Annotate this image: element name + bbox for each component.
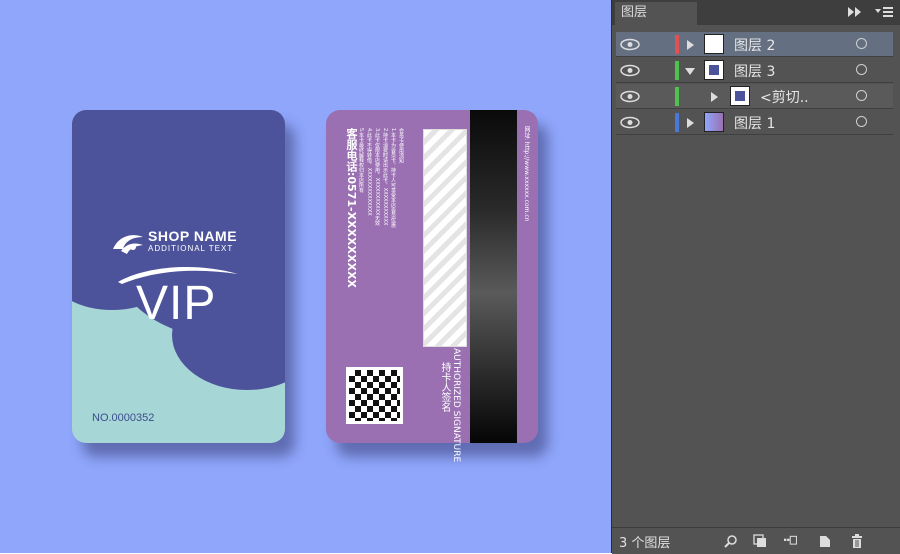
panel-tabbar: 图层 [612,0,900,25]
expand-arrow-icon[interactable] [687,40,694,50]
magnetic-stripe [470,110,517,443]
layers-panel: 图层 图层 2 图层 3 <剪切.. 图层 1 3 个图层 [611,0,900,554]
website-text: 网址: http://www.xxxxxx.com.cn [523,126,530,222]
qr-code [346,367,403,424]
layer-name[interactable]: 图层 1 [734,113,775,133]
shop-logo-icon [113,235,143,254]
instruction-line: 4.此卡不得转借，XXXXXXXXXXXXXX [366,128,372,216]
target-circle-icon[interactable] [856,64,867,75]
eye-icon[interactable] [619,116,641,129]
expand-arrow-icon[interactable] [711,92,718,102]
target-circle-icon[interactable] [856,90,867,101]
instruction-line: 3.此卡仅限本店使用，XXXXXXXXXXX无效 [374,128,380,226]
card-number: NO.0000352 [92,412,155,424]
make-clipping-mask-icon[interactable] [753,534,767,548]
layer-thumbnail [704,60,724,80]
eye-icon[interactable] [619,90,641,103]
fast-forward-icon[interactable] [848,7,862,17]
authorized-signature: AUTHORIZED SIGNATURE [451,348,461,463]
layer-color-bar [675,35,679,54]
search-icon[interactable] [724,534,738,548]
instruction-line: 5.本卡最终解释权归本店所有 [358,128,364,193]
instructions-block: 会员卡使用须知 1.本卡为会员卡，持卡人可享受本店会员优惠 2.持卡消费时请出示… [358,128,405,328]
layer-thumbnail [704,34,724,54]
layer-count: 3 个图层 [619,536,671,551]
expand-arrow-icon[interactable] [687,118,694,128]
layer-row-2[interactable]: 图层 2 [616,32,893,57]
signature-strip [423,129,467,347]
artboard-canvas[interactable]: SHOP NAME ADDITIONAL TEXT VIP NO.0000352… [0,0,611,553]
target-circle-icon[interactable] [856,116,867,127]
eye-icon[interactable] [619,38,641,51]
layer-color-bar [675,61,679,80]
target-circle-icon[interactable] [856,38,867,49]
service-phone: 客服电话:0571-XXXXXXXXX [345,128,358,288]
trash-icon[interactable] [850,534,864,548]
vip-text: VIP [136,277,217,330]
new-layer-icon[interactable] [818,534,832,548]
instruction-line: 1.本卡为会员卡，持卡人可享受本店会员优惠 [390,128,396,228]
collapse-arrow-icon[interactable] [685,68,695,75]
holder-signature-label: 持卡人签名 [439,362,450,412]
eye-icon[interactable] [619,64,641,77]
layer-row-clip-group[interactable]: <剪切.. [616,84,893,109]
layer-thumbnail [730,86,750,106]
shop-name: SHOP NAME [148,228,238,244]
additional-text: ADDITIONAL TEXT [148,244,234,253]
tab-layers[interactable]: 图层 [615,2,697,25]
layer-color-bar [675,113,679,132]
layer-color-bar [675,87,679,106]
layer-row-1[interactable]: 图层 1 [616,110,893,135]
layer-name[interactable]: 图层 3 [734,61,775,81]
layer-name[interactable]: <剪切.. [760,87,809,107]
layer-thumbnail [704,112,724,132]
layer-name[interactable]: 图层 2 [734,35,775,55]
layer-row-3[interactable]: 图层 3 [616,58,893,83]
instruction-line: 会员卡使用须知 [398,128,404,163]
panel-menu-icon[interactable] [875,6,893,18]
new-sublayer-icon[interactable] [784,534,798,548]
instruction-line: 2.持卡消费时请出示此卡，XXXXXXXXXXX [382,128,388,226]
panel-footer: 3 个图层 [612,527,900,554]
